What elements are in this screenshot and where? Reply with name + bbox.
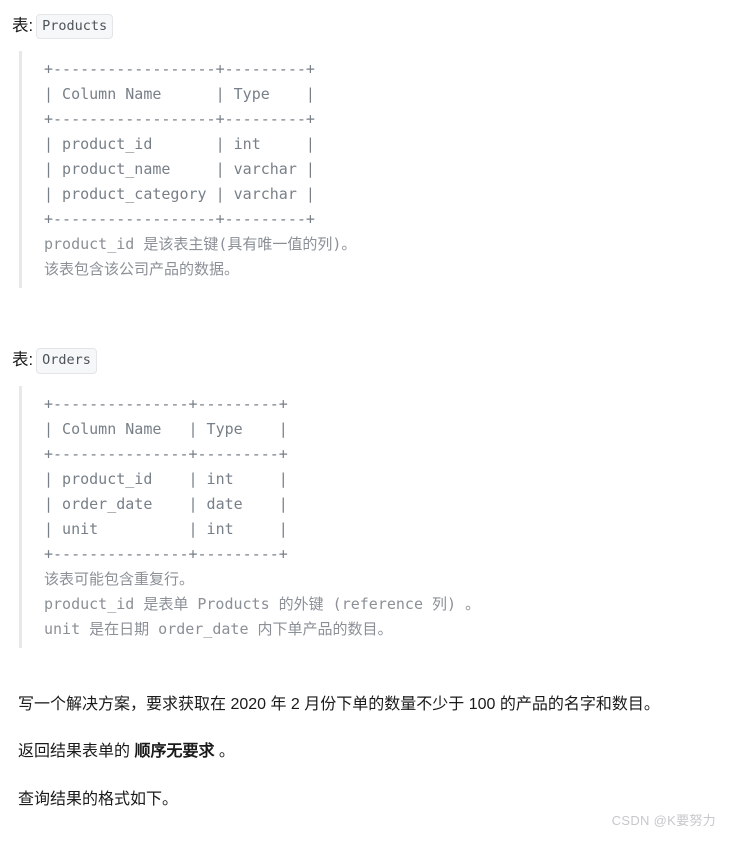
paragraph-format: 查询结果的格式如下。 xyxy=(18,790,179,808)
section-spacer-1 xyxy=(10,292,720,348)
table-section-products: 表: Products +------------------+---------… xyxy=(10,14,720,289)
ascii-table-products: +------------------+---------+ | Column … xyxy=(44,60,315,229)
document-body: 表: Products +------------------+---------… xyxy=(0,0,730,812)
table-name-chip-orders: Orders xyxy=(36,348,97,374)
table-note-orders-0: 该表可能包含重复行。 xyxy=(44,569,195,588)
paragraph-ordering: 返回结果表单的 顺序无要求 。 xyxy=(12,739,720,765)
table-label-prefix: 表: xyxy=(12,17,34,35)
ordering-emphasis: 顺序无要求 xyxy=(134,743,215,761)
ordering-text-pre: 返回结果表单的 xyxy=(18,743,135,761)
table-name-chip-products: Products xyxy=(36,14,114,40)
blockquote-products: +------------------+---------+ | Column … xyxy=(19,51,720,289)
table-note-orders-2: unit 是在日期 order_date 内下单产品的数目。 xyxy=(44,619,393,638)
table-section-orders: 表: Orders +---------------+---------+ | C… xyxy=(10,348,720,648)
table-label-prefix: 表: xyxy=(12,351,34,370)
ascii-table-orders: +---------------+---------+ | Column Nam… xyxy=(44,394,288,563)
table-label-orders: 表: Orders xyxy=(10,348,720,374)
table-note-orders-1: product_id 是表单 Products 的外键 (reference 列… xyxy=(44,594,481,613)
table-label-products: 表: Products xyxy=(10,14,720,40)
paragraph-task: 写一个解决方案，要求获取在 2020 年 2 月份下单的数量不少于 100 的产… xyxy=(18,695,660,713)
section-spacer-2 xyxy=(10,652,720,692)
watermark: CSDN @K要努力 xyxy=(611,813,716,828)
ordering-text-post: 。 xyxy=(214,743,235,761)
table-note-products-0: product_id 是该表主键(具有唯一值的列)。 xyxy=(44,235,357,254)
blockquote-orders: +---------------+---------+ | Column Nam… xyxy=(19,385,720,648)
table-note-products-1: 该表包含该公司产品的数据。 xyxy=(44,260,240,279)
